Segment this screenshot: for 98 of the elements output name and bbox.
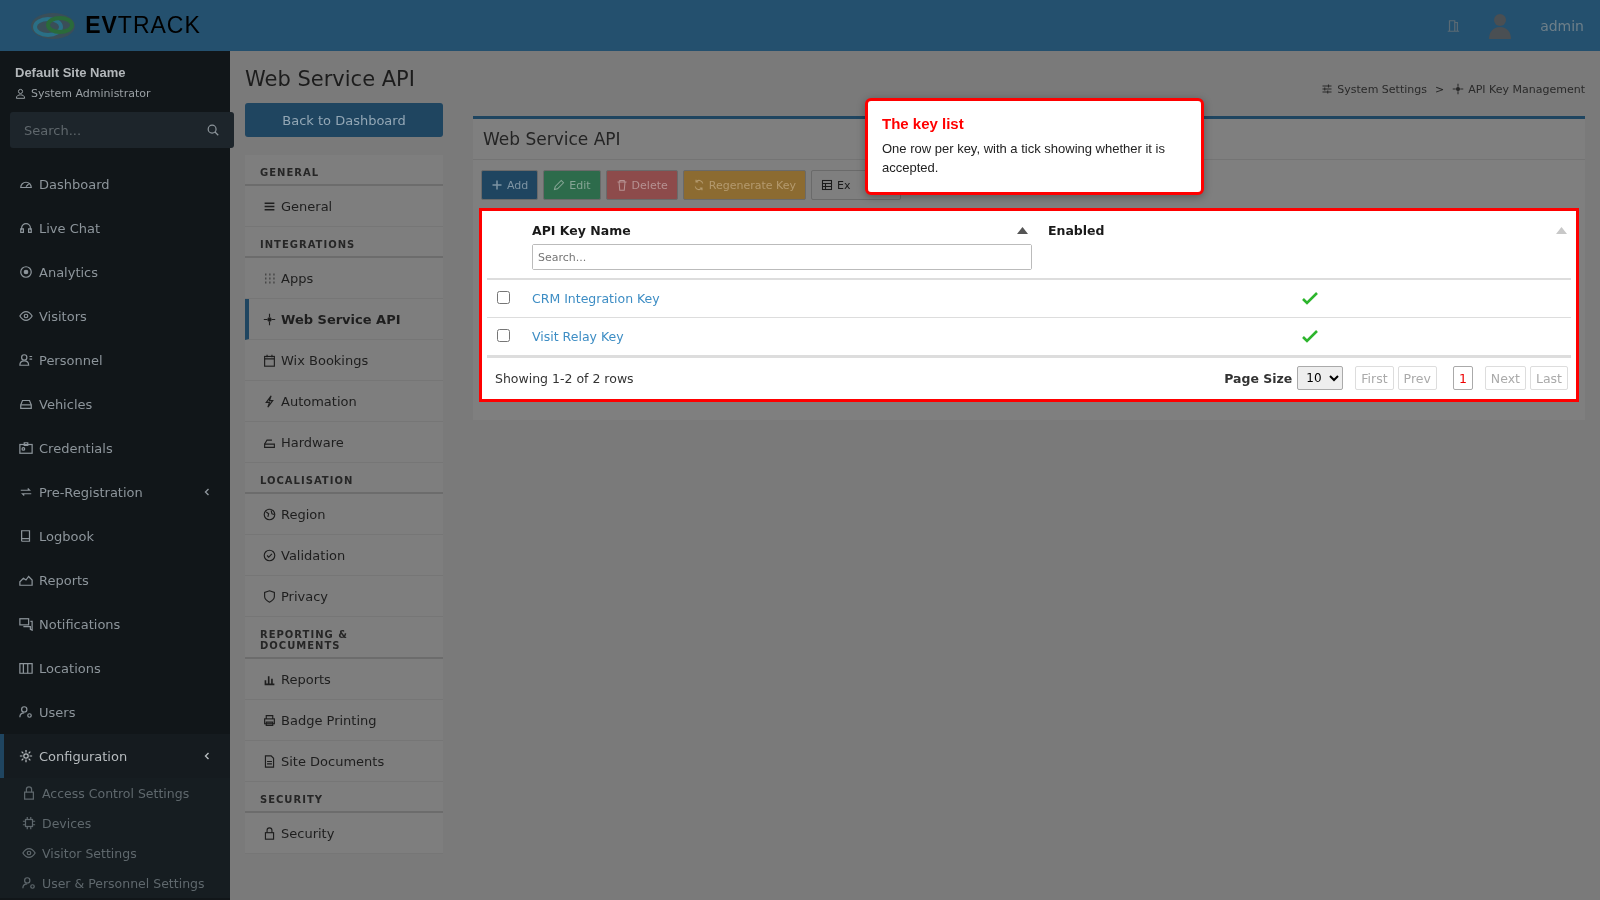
page-size-select[interactable]: 10: [1297, 366, 1344, 390]
user-role: System Administrator: [31, 87, 151, 100]
key-name-link[interactable]: Visit Relay Key: [532, 329, 624, 344]
toolbar-button[interactable]: Edit: [543, 170, 601, 200]
lock-icon: [22, 786, 36, 800]
person-icon: [19, 353, 33, 367]
menu-item[interactable]: Site Documents: [245, 741, 443, 782]
chip-icon: [22, 816, 36, 830]
pager-button[interactable]: 1: [1452, 366, 1473, 390]
back-button[interactable]: Back to Dashboard: [245, 103, 443, 137]
menu-item[interactable]: Security: [245, 813, 443, 854]
submenu-item[interactable]: Devices: [0, 808, 230, 838]
trash-icon: [615, 179, 628, 191]
toolbar-button[interactable]: Delete: [605, 170, 678, 200]
pager-button[interactable]: Prev: [1397, 366, 1437, 390]
filter-field[interactable]: Search...: [532, 244, 1032, 270]
sidebar-item[interactable]: Notifications: [0, 602, 230, 646]
logo: EVTRACK: [85, 12, 201, 39]
breadcrumb-link[interactable]: System Settings: [1337, 82, 1427, 96]
id-card-icon: [19, 441, 33, 455]
menu-item[interactable]: Region: [245, 494, 443, 535]
pencil-icon: [553, 179, 566, 191]
section-heading: REPORTING & DOCUMENTS: [245, 617, 443, 659]
chart-icon: [19, 573, 33, 587]
row-checkbox[interactable]: [497, 290, 510, 304]
search-field[interactable]: Search...: [10, 112, 234, 148]
calendar-icon: [263, 353, 276, 367]
column-header[interactable]: Enabled: [1048, 223, 1105, 238]
submenu-item[interactable]: User & Personnel Settings: [0, 868, 230, 898]
sidebar-item[interactable]: Live Chat: [0, 206, 230, 250]
move-icon: [263, 312, 276, 326]
breadcrumb-link[interactable]: API Key Management: [1468, 82, 1585, 96]
menu-item[interactable]: Wix Bookings: [245, 340, 443, 381]
plus-icon: [491, 179, 503, 191]
bolt-icon: [263, 394, 276, 408]
user-name[interactable]: admin: [1540, 17, 1584, 34]
menu-item[interactable]: Hardware: [245, 422, 443, 463]
printer-icon: [263, 713, 276, 727]
sidebar-item[interactable]: Personnel: [0, 338, 230, 382]
pager-button[interactable]: Next: [1484, 366, 1526, 390]
section-heading: SECURITY: [245, 782, 443, 813]
toolbar-button[interactable]: Add: [481, 170, 539, 200]
eye-icon: [22, 846, 36, 860]
section-heading: GENERAL: [245, 155, 443, 186]
menu-item[interactable]: Privacy: [245, 576, 443, 617]
menu-item[interactable]: Validation: [245, 535, 443, 576]
page-size-label: Page Size: [1224, 370, 1293, 386]
target-icon: [19, 265, 33, 279]
key-name-link[interactable]: CRM Integration Key: [532, 291, 660, 306]
users-icon: [19, 705, 33, 719]
row-checkbox[interactable]: [497, 328, 510, 342]
menu-item[interactable]: Apps: [245, 258, 443, 299]
section-heading: LOCALISATION: [245, 463, 443, 494]
user-icon: [15, 88, 26, 99]
row-summary: Showing 1-2 of 2 rows: [495, 370, 635, 386]
sidebar-item[interactable]: Logbook: [0, 514, 230, 558]
sidebar-item[interactable]: Vehicles: [0, 382, 230, 426]
sidebar-item[interactable]: Locations: [0, 646, 230, 690]
eye-icon: [19, 309, 33, 323]
submenu-item[interactable]: Access Control Settings: [0, 778, 230, 808]
pager-button[interactable]: First: [1355, 366, 1394, 390]
section-heading: INTEGRATIONS: [245, 227, 443, 258]
book-icon: [19, 529, 33, 543]
menu-item[interactable]: General: [245, 186, 443, 227]
table-icon: [820, 179, 833, 191]
map-icon: [19, 661, 33, 675]
sort-icon[interactable]: [1017, 227, 1028, 234]
arrows-icon: [19, 485, 33, 499]
pager-button[interactable]: Last: [1529, 366, 1568, 390]
sidebar-item[interactable]: Visitors: [0, 294, 230, 338]
sidebar-item[interactable]: Analytics: [0, 250, 230, 294]
sliders-icon: [1321, 83, 1334, 95]
sidebar-item[interactable]: Users: [0, 690, 230, 734]
submenu-item[interactable]: Visitor Settings: [0, 838, 230, 868]
sidebar-item[interactable]: Configuration: [0, 734, 230, 778]
refresh-icon: [692, 179, 705, 191]
sidebar-item[interactable]: Credentials: [0, 426, 230, 470]
site-name: Default Site Name: [15, 65, 127, 80]
sidebar-item[interactable]: Dashboard: [0, 162, 230, 206]
globe-icon: [263, 507, 276, 521]
headset-icon: [19, 221, 33, 235]
page-title: Web Service API: [245, 67, 416, 91]
document-icon: [263, 754, 276, 768]
chat-icon: [19, 617, 33, 631]
menu-item[interactable]: Web Service API: [245, 299, 443, 340]
menu-item[interactable]: Automation: [245, 381, 443, 422]
users-icon: [22, 876, 36, 890]
sidebar-item[interactable]: Reports: [0, 558, 230, 602]
menu-item[interactable]: Reports: [245, 659, 443, 700]
shield-icon: [263, 589, 276, 603]
column-header[interactable]: API Key Name: [532, 223, 631, 238]
menu-item[interactable]: Badge Printing: [245, 700, 443, 741]
move-icon: [1452, 83, 1465, 95]
lock-icon: [263, 826, 276, 840]
check-circle-icon: [263, 548, 276, 562]
separator-icon: >: [1434, 82, 1445, 96]
sidebar-item[interactable]: Pre-Registration: [0, 470, 230, 514]
list-icon: [263, 199, 276, 213]
